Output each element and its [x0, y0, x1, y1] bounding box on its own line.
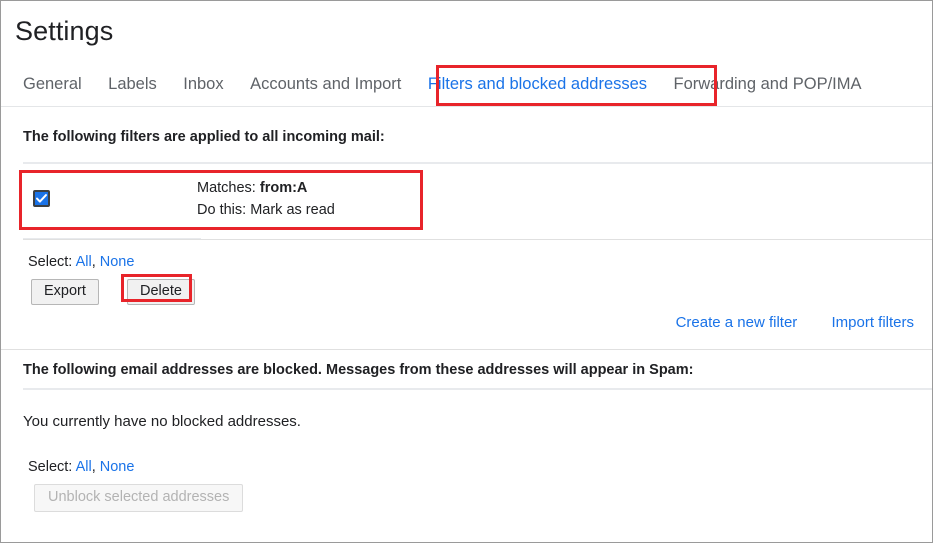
tab-forwarding-and-pop-imap[interactable]: Forwarding and POP/IMA [663, 63, 873, 106]
divider-above-blocked-section [1, 349, 932, 350]
filters-section-heading: The following filters are applied to all… [23, 129, 385, 145]
filter-action-line: Do this: Mark as read [197, 199, 335, 221]
filters-action-links: Create a new filter Import filters [646, 314, 914, 331]
page-title: Settings [15, 16, 114, 46]
divider-below-blocked-heading [23, 388, 932, 390]
filter-action-label: Do this: [197, 202, 247, 218]
tab-inbox[interactable]: Inbox [172, 63, 234, 106]
tab-general[interactable]: General [1, 63, 93, 106]
tab-filters-and-blocked-addresses[interactable]: Filters and blocked addresses [417, 63, 658, 106]
filter-row[interactable]: Matches: from:A Do this: Mark as read [1, 169, 932, 225]
filter-matches-line: Matches: from:A [197, 177, 335, 199]
unblock-selected-addresses-button[interactable]: Unblock selected addresses [34, 484, 244, 512]
filter-action-value: Mark as read [250, 202, 335, 218]
filters-select-label: Select: [28, 254, 73, 270]
settings-page: Settings General Labels Inbox Accounts a… [0, 0, 933, 543]
filter-matches-label: Matches: [197, 180, 256, 196]
blocked-select-all-link[interactable]: All [76, 459, 92, 475]
no-blocked-addresses-message: You currently have no blocked addresses. [23, 413, 301, 430]
export-button[interactable]: Export [31, 279, 99, 305]
filters-select-separator: , [91, 254, 96, 270]
filter-row-checkbox[interactable] [33, 190, 50, 207]
blocked-section-heading: The following email addresses are blocke… [23, 362, 694, 378]
tab-labels[interactable]: Labels [97, 63, 168, 106]
filters-select-row: Select: All, None [28, 254, 134, 270]
blocked-select-separator: , [91, 459, 96, 475]
tab-accounts-and-import[interactable]: Accounts and Import [239, 63, 412, 106]
create-a-new-filter-link[interactable]: Create a new filter [676, 314, 798, 331]
settings-tab-bar: General Labels Inbox Accounts and Import… [1, 63, 932, 107]
filter-row-description: Matches: from:A Do this: Mark as read [197, 177, 335, 221]
import-filters-link[interactable]: Import filters [831, 314, 914, 331]
blocked-select-row: Select: All, None [28, 459, 134, 475]
filters-select-none-link[interactable]: None [100, 254, 135, 270]
filters-select-all-link[interactable]: All [76, 254, 92, 270]
divider-below-filter-row-thin [23, 239, 932, 240]
blocked-select-label: Select: [28, 459, 73, 475]
divider-above-filter-row [23, 162, 932, 164]
filter-matches-value: from:A [259, 180, 308, 196]
blocked-select-none-link[interactable]: None [100, 459, 135, 475]
delete-button[interactable]: Delete [127, 279, 195, 305]
